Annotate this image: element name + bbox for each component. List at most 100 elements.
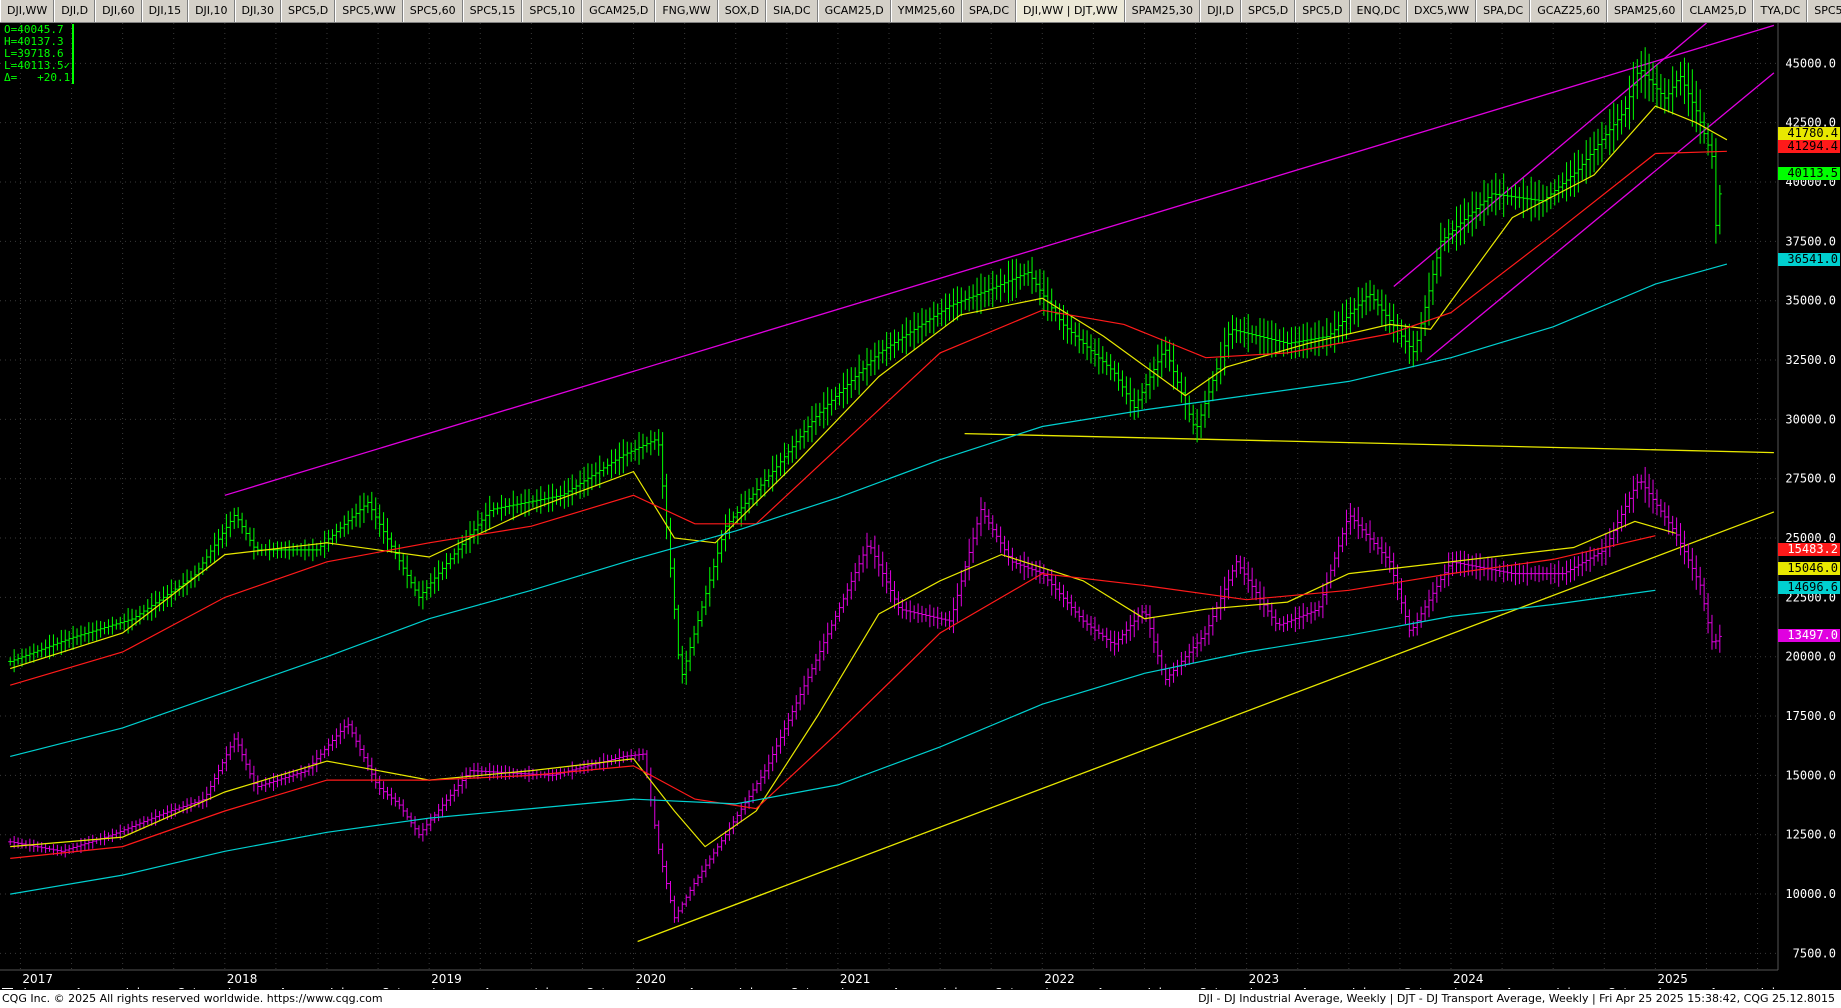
x-year-label: 2025 <box>1657 972 1688 986</box>
x-year-label: 2020 <box>636 972 667 986</box>
x-month-label: Oct <box>790 986 811 989</box>
x-month-label: Apr <box>1709 986 1730 989</box>
x-month-label: Oct <box>994 986 1015 989</box>
x-year-label: 2021 <box>840 972 871 986</box>
x-month-label: Apr <box>1505 986 1526 989</box>
y-tick-label: 7500.0 <box>1793 946 1836 960</box>
x-month-label: Jul <box>1555 986 1570 989</box>
tab-dji-d[interactable]: DJI,D <box>1200 0 1241 22</box>
tab-spc5-60[interactable]: SPC5,60 <box>402 0 463 22</box>
tab-spam25-60[interactable]: SPAM25,60 <box>1607 0 1683 22</box>
x-month-label: Apr <box>1301 986 1322 989</box>
y-tick-label: 10000.0 <box>1785 887 1836 901</box>
x-month-label: Oct <box>1607 986 1628 989</box>
tab-dji-ww[interactable]: DJI,WW <box>0 0 55 22</box>
x-year-label: 2018 <box>227 972 258 986</box>
tab-dji-15[interactable]: DJI,15 <box>141 0 189 22</box>
tab-spam25-30[interactable]: SPAM25,30 <box>1124 0 1201 22</box>
tab-spc5-10[interactable]: SPC5,10 <box>522 0 583 22</box>
tab-spc5-d[interactable]: SPC5,D <box>280 0 336 22</box>
x-month-label: Jan <box>1249 986 1269 989</box>
x-month-label: Jan <box>22 986 42 989</box>
x-month-label: Jul <box>125 986 140 989</box>
x-year-label: 2023 <box>1249 972 1280 986</box>
price-tag-label: 14696.6 <box>1787 580 1838 594</box>
x-month-label: Apr <box>483 986 504 989</box>
tab-dji-30[interactable]: DJI,30 <box>234 0 281 22</box>
price-tag-label: 41294.4 <box>1787 139 1838 153</box>
price-tag-label: 13497.0 <box>1787 628 1838 642</box>
x-month-label: Jul <box>1760 986 1775 989</box>
tab-spc5-ww[interactable]: SPC5,WW <box>335 0 403 22</box>
x-month-label: Oct <box>585 986 606 989</box>
price-tag-label: 40113.5 <box>1787 166 1838 180</box>
tab-spa-dc[interactable]: SPA,DC <box>961 0 1017 22</box>
x-month-label: Apr <box>1096 986 1117 989</box>
tab-dji-d[interactable]: DJI,D <box>54 0 96 22</box>
tab-dji-10[interactable]: DJI,10 <box>188 0 235 22</box>
tab-tya-dc[interactable]: TYA,DC <box>1753 0 1808 22</box>
x-month-label: Jul <box>1351 986 1366 989</box>
tab-spa-dc[interactable]: SPA,DC <box>1476 0 1531 22</box>
y-tick-label: 12500.0 <box>1785 828 1836 842</box>
x-month-label: Oct <box>1199 986 1220 989</box>
tab-dji-ww-djt-ww[interactable]: DJI,WW | DJT,WW <box>1016 0 1125 22</box>
tab-spc5-15[interactable]: SPC5,15 <box>462 0 523 22</box>
x-month-label: Jul <box>329 986 344 989</box>
ohlc-delta: Δ= +20.1 <box>4 71 71 84</box>
tab-gcam25-d[interactable]: GCAM25,D <box>817 0 891 22</box>
tab-ymm25-60[interactable]: YMM25,60 <box>890 0 962 22</box>
status-footer: CQG Inc. © 2025 All rights reserved worl… <box>0 990 1841 1008</box>
x-month-label: Apr <box>279 986 300 989</box>
y-tick-label: 15000.0 <box>1785 768 1836 782</box>
y-tick-label: 30000.0 <box>1785 412 1836 426</box>
scroll-handle <box>2 988 13 989</box>
price-tag-label: 36541.0 <box>1787 252 1838 266</box>
tab-spc5-d[interactable]: SPC5,D <box>1241 0 1296 22</box>
y-tick-label: 37500.0 <box>1785 234 1836 248</box>
y-tick-label: 17500.0 <box>1785 709 1836 723</box>
tab-spc5-ww[interactable]: SPC5,WW <box>1807 0 1841 22</box>
chart-description: DJI - DJ Industrial Average, Weekly | DJ… <box>1198 992 1835 1005</box>
copyright-text: CQG Inc. © 2025 All rights reserved worl… <box>2 992 383 1005</box>
tab-fng-ww[interactable]: FNG,WW <box>655 0 718 22</box>
x-month-label: Oct <box>177 986 198 989</box>
x-month-label: Jan <box>431 986 451 989</box>
x-year-label: 2017 <box>22 972 53 986</box>
tab-dji-60[interactable]: DJI,60 <box>95 0 142 22</box>
price-tag-label: 15483.2 <box>1787 542 1838 556</box>
y-tick-label: 45000.0 <box>1785 56 1836 70</box>
x-month-label: Jan <box>227 986 247 989</box>
x-month-label: Apr <box>75 986 96 989</box>
y-tick-label: 20000.0 <box>1785 650 1836 664</box>
x-month-label: Jul <box>533 986 548 989</box>
price-chart[interactable]: 7500.0 10000.0 12500.0 15000.0 17500.0 20000.… <box>0 23 1841 989</box>
tab-gcaz25-60[interactable]: GCAZ25,60 <box>1530 0 1608 22</box>
tab-clam25-d[interactable]: CLAM25,D <box>1682 0 1754 22</box>
tab-sia-dc[interactable]: SIA,DC <box>766 0 818 22</box>
x-year-label: 2019 <box>431 972 462 986</box>
x-month-label: Jan <box>1044 986 1064 989</box>
tab-dxc5-ww[interactable]: DXC5,WW <box>1407 0 1477 22</box>
x-year-label: 2022 <box>1044 972 1075 986</box>
y-tick-label: 27500.0 <box>1785 472 1836 486</box>
x-month-label: Jan <box>1657 986 1677 989</box>
x-month-label: Jul <box>942 986 957 989</box>
x-year-label: 2024 <box>1453 972 1484 986</box>
x-month-label: Jan <box>840 986 860 989</box>
tab-gcam25-d[interactable]: GCAM25,D <box>582 0 656 22</box>
y-tick-label: 32500.0 <box>1785 353 1836 367</box>
chart-tab-bar: DJI,WW DJI,D DJI,60 DJI,15 DJI,10 DJI,30 SPC5,… <box>0 0 1841 23</box>
tab-spc5-d[interactable]: SPC5,D <box>1295 0 1350 22</box>
x-month-label: Oct <box>1403 986 1424 989</box>
ohlc-readout: O=40045.7 H=40137.3 L=39718.6 L=40113.5✓… <box>4 24 75 84</box>
y-tick-label: 35000.0 <box>1785 294 1836 308</box>
x-month-label: Apr <box>688 986 709 989</box>
tab-sox-d[interactable]: SOX,D <box>717 0 767 22</box>
x-month-label: Oct <box>381 986 402 989</box>
x-month-label: Jul <box>738 986 753 989</box>
tab-enq-dc[interactable]: ENQ,DC <box>1349 0 1408 22</box>
price-tag-label: 41780.4 <box>1787 126 1838 140</box>
chart-background <box>0 23 1841 989</box>
x-month-label: Jan <box>1453 986 1473 989</box>
